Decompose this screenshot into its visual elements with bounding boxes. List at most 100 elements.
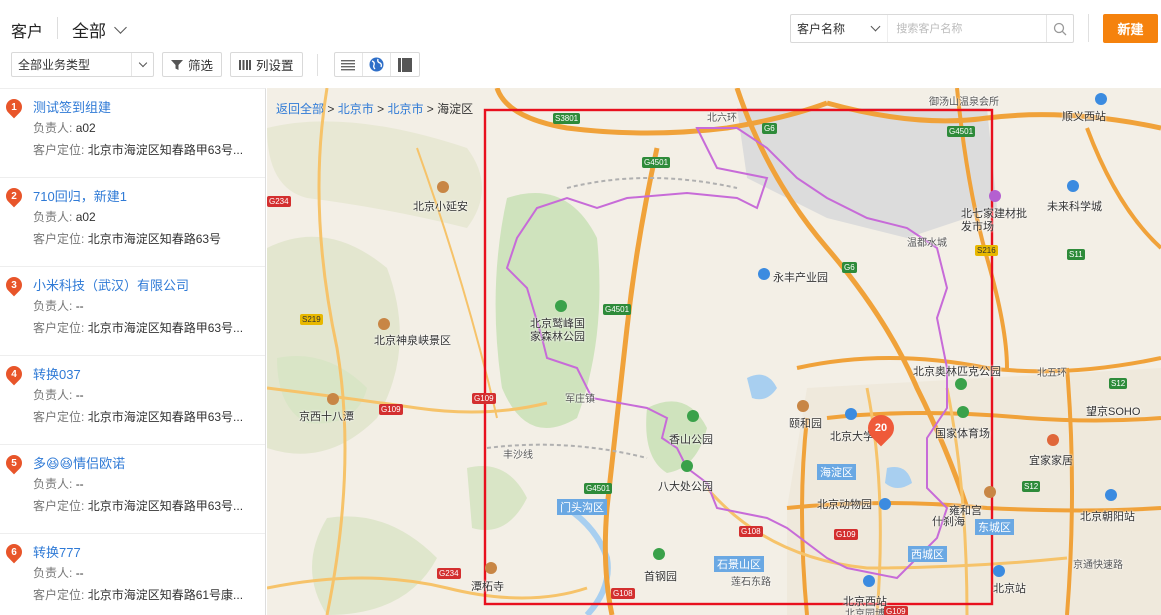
column-settings-button[interactable]: 列设置	[230, 52, 303, 77]
road-shield: G4501	[947, 126, 976, 137]
district-label: 门头沟区	[557, 499, 607, 515]
list-item[interactable]: 1 测试签到组建 负责人: a02 客户定位: 北京市海淀区知春路甲63号...	[0, 89, 265, 178]
marker-pin-icon: 1	[2, 95, 26, 119]
owner-value: --	[75, 299, 84, 313]
customer-name-link[interactable]: 小米科技（武汉）有限公司	[33, 277, 265, 295]
list-item[interactable]: 5 多😆😆情侣欧诺 负责人: -- 客户定位: 北京市海淀区知春路甲63号...	[0, 445, 265, 534]
map-view[interactable]: 返回全部 > 北京市 > 北京市 > 海淀区 北京小延安 北京神泉峡景区 京西十…	[267, 88, 1161, 615]
search-button[interactable]	[1046, 15, 1073, 42]
landmark-icon	[797, 400, 809, 412]
location-label: 客户定位:	[33, 410, 85, 424]
map-label: 京西十八潭	[299, 411, 354, 423]
building-icon	[989, 190, 1001, 202]
district-label: 西城区	[908, 546, 947, 562]
map-label: 北京动物园	[817, 499, 872, 511]
customer-list[interactable]: 1 测试签到组建 负责人: a02 客户定位: 北京市海淀区知春路甲63号...…	[0, 88, 266, 615]
location-value: 北京市海淀区知春路甲63号...	[87, 499, 244, 513]
map-label: 望京SOHO	[1086, 406, 1141, 418]
map-label: 北京站	[993, 583, 1026, 595]
zoo-icon	[879, 498, 891, 510]
landmark-icon	[327, 393, 339, 405]
location-value: 北京市海淀区知春路甲63号...	[87, 410, 244, 424]
district-label: 东城区	[975, 519, 1014, 535]
business-type-select[interactable]: 全部业务类型	[11, 52, 154, 77]
road-shield: G108	[611, 588, 635, 599]
owner-value: a02	[75, 210, 96, 224]
road-shield: G4501	[603, 304, 632, 315]
customer-name-link[interactable]: 转换037	[33, 366, 265, 384]
road-shield: S12	[1022, 481, 1041, 492]
map-label: 宜家家居	[1029, 455, 1073, 467]
marker-pin-icon: 5	[2, 451, 26, 475]
breadcrumb-back-link[interactable]: 返回全部	[276, 102, 324, 116]
customer-name-link[interactable]: 710回归，新建1	[33, 188, 265, 206]
breadcrumb-city-link[interactable]: 北京市	[338, 102, 374, 116]
title-divider	[57, 17, 58, 39]
column-settings-label: 列设置	[256, 59, 294, 73]
park-icon	[653, 548, 665, 560]
district-label: 海淀区	[817, 464, 856, 480]
cluster-marker[interactable]: 20	[862, 409, 900, 447]
list-view-button[interactable]	[335, 53, 363, 76]
search-input[interactable]	[888, 15, 1047, 42]
road-shield: G4501	[584, 483, 613, 494]
business-type-label: 全部业务类型	[18, 58, 91, 72]
road-shield: S219	[300, 314, 323, 325]
marker-pin-icon: 3	[2, 273, 26, 297]
new-button[interactable]: 新建	[1103, 14, 1158, 43]
road-shield: S11	[1067, 249, 1085, 260]
search-field-select[interactable]: 客户名称	[791, 15, 889, 42]
map-label: 八大处公园	[658, 481, 713, 493]
chevron-down-icon	[138, 58, 147, 68]
toolbar-divider	[316, 53, 318, 76]
list-item[interactable]: 3 小米科技（武汉）有限公司 负责人: -- 客户定位: 北京市海淀区知春路甲6…	[0, 267, 265, 356]
landmark-icon	[437, 181, 449, 193]
map-label: 北五环	[1037, 368, 1067, 379]
station-icon	[1105, 489, 1117, 501]
road-shield: G6	[842, 262, 857, 273]
map-view-button[interactable]	[363, 53, 391, 76]
columns-icon	[239, 59, 252, 70]
customer-name-link[interactable]: 测试签到组建	[33, 99, 265, 117]
owner-label: 负责人:	[33, 566, 73, 580]
map-label: 永丰产业园	[773, 272, 828, 284]
owner-value: --	[75, 566, 84, 580]
map-label: 莲石东路	[731, 577, 771, 588]
list-icon	[341, 59, 356, 70]
search-icon	[1054, 22, 1067, 35]
customer-name-link[interactable]: 转换777	[33, 544, 265, 562]
location-label: 客户定位:	[33, 232, 85, 246]
list-item[interactable]: 2 710回归，新建1 负责人: a02 客户定位: 北京市海淀区知春路63号	[0, 178, 265, 267]
road-shield: G109	[834, 529, 858, 540]
filter-button[interactable]: 筛选	[162, 52, 223, 77]
page-title: 客户	[11, 24, 44, 41]
landmark-icon	[984, 486, 996, 498]
marker-pin-icon: 6	[2, 540, 26, 564]
landmark-icon	[485, 562, 497, 574]
owner-label: 负责人:	[33, 121, 73, 135]
park-icon	[957, 406, 969, 418]
toolbar: 全部业务类型 筛选 列设置	[11, 52, 420, 77]
scope-dropdown[interactable]: 全部	[72, 17, 127, 42]
filter-label: 筛选	[188, 59, 214, 73]
park-icon	[681, 460, 693, 472]
board-view-button[interactable]	[391, 53, 419, 76]
breadcrumb: 返回全部 > 北京市 > 北京市 > 海淀区	[276, 102, 474, 116]
breadcrumb-city2-link[interactable]: 北京市	[387, 102, 423, 116]
map-label: 北京奥林匹克公园	[913, 366, 1001, 378]
building-icon	[1067, 180, 1079, 192]
map-label: 潭柘寺	[471, 581, 504, 593]
owner-label: 负责人:	[33, 477, 73, 491]
location-label: 客户定位:	[33, 588, 85, 602]
list-item[interactable]: 6 转换777 负责人: -- 客户定位: 北京市海淀区知春路61号康...	[0, 534, 265, 615]
breadcrumb-district: 海淀区	[437, 102, 474, 116]
customer-name-link[interactable]: 多😆😆情侣欧诺	[33, 455, 265, 473]
map-label: 北京神泉峡景区	[374, 335, 451, 347]
owner-value: a02	[75, 121, 96, 135]
station-icon	[863, 575, 875, 587]
map-canvas	[267, 88, 1161, 615]
road-shield: G234	[267, 196, 291, 207]
road-shield: G109	[472, 393, 496, 404]
location-value: 北京市海淀区知春路甲63号...	[87, 321, 244, 335]
list-item[interactable]: 4 转换037 负责人: -- 客户定位: 北京市海淀区知春路甲63号...	[0, 356, 265, 445]
